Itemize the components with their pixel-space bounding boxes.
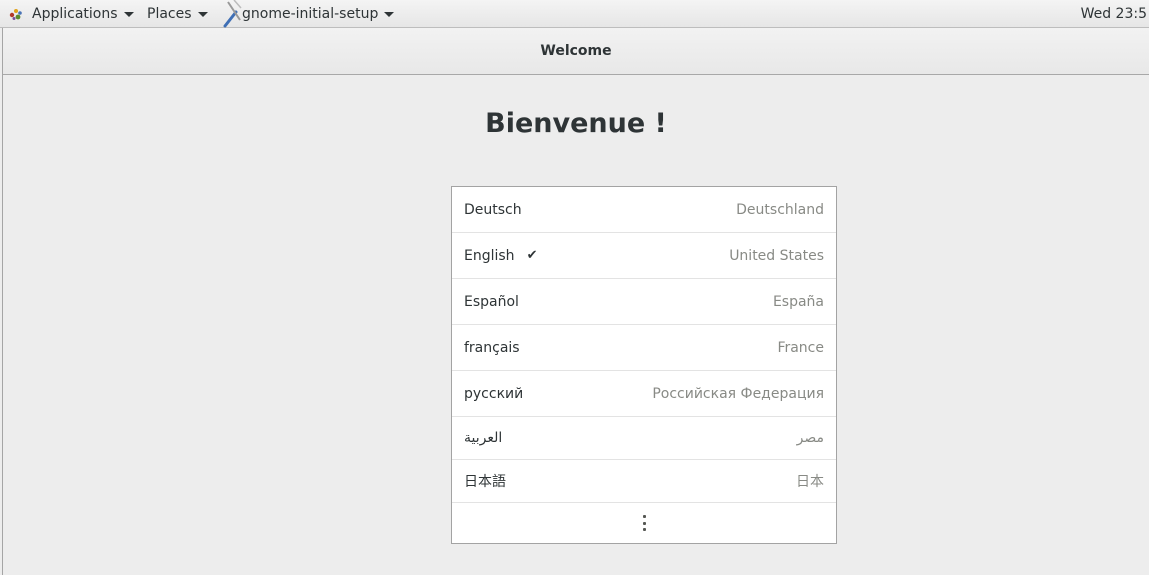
clock-label: Wed 23:5: [1080, 6, 1147, 22]
language-name: Deutsch: [464, 201, 522, 218]
checkmark-icon: ✔: [526, 248, 538, 263]
language-name: English: [464, 247, 515, 264]
view-more-icon: [642, 515, 646, 531]
app-window-label: gnome-initial-setup: [242, 6, 379, 22]
language-region: United States: [729, 247, 824, 264]
language-name: русский: [464, 385, 524, 402]
clock[interactable]: Wed 23:5: [1081, 0, 1149, 28]
applications-menu[interactable]: Applications: [8, 0, 134, 28]
language-region: España: [772, 293, 824, 310]
language-row[interactable]: Español España: [452, 279, 836, 325]
welcome-heading: Bienvenue !: [485, 108, 667, 139]
top-panel: Applications Places gnome-initial-setup …: [0, 0, 1149, 28]
language-region: Deutschland: [736, 201, 824, 218]
chevron-down-icon: [197, 12, 208, 17]
header-bar: Welcome: [3, 28, 1149, 75]
gnome-foot-icon: [8, 5, 26, 23]
language-region: Российская Федерация: [652, 385, 824, 402]
language-region: France: [777, 339, 824, 356]
applications-label: Applications: [32, 6, 118, 22]
language-region: مصر: [796, 430, 824, 446]
more-languages-button[interactable]: [452, 503, 836, 543]
language-row[interactable]: français France: [452, 325, 836, 371]
app-window-menu[interactable]: gnome-initial-setup: [222, 0, 395, 28]
language-region: 日本: [796, 474, 824, 490]
language-row[interactable]: 日本語 日本: [452, 460, 836, 503]
places-menu[interactable]: Places: [147, 0, 208, 28]
language-name: français: [464, 339, 520, 356]
tools-icon: [222, 0, 242, 28]
chevron-down-icon: [384, 12, 395, 17]
places-label: Places: [147, 6, 192, 22]
language-row[interactable]: русский Российская Федерация: [452, 371, 836, 417]
language-name: Español: [464, 293, 519, 310]
language-name: العربية: [464, 430, 503, 446]
language-row[interactable]: العربية مصر: [452, 417, 836, 460]
language-row[interactable]: English ✔ United States: [452, 233, 836, 279]
chevron-down-icon: [123, 12, 134, 17]
window-title: Welcome: [540, 43, 612, 59]
setup-window: Welcome Bienvenue ! Deutsch Deutschland …: [2, 28, 1149, 575]
language-name: 日本語: [464, 474, 506, 490]
language-row[interactable]: Deutsch Deutschland: [452, 187, 836, 233]
language-list: Deutsch Deutschland English ✔ United Sta…: [451, 186, 837, 544]
